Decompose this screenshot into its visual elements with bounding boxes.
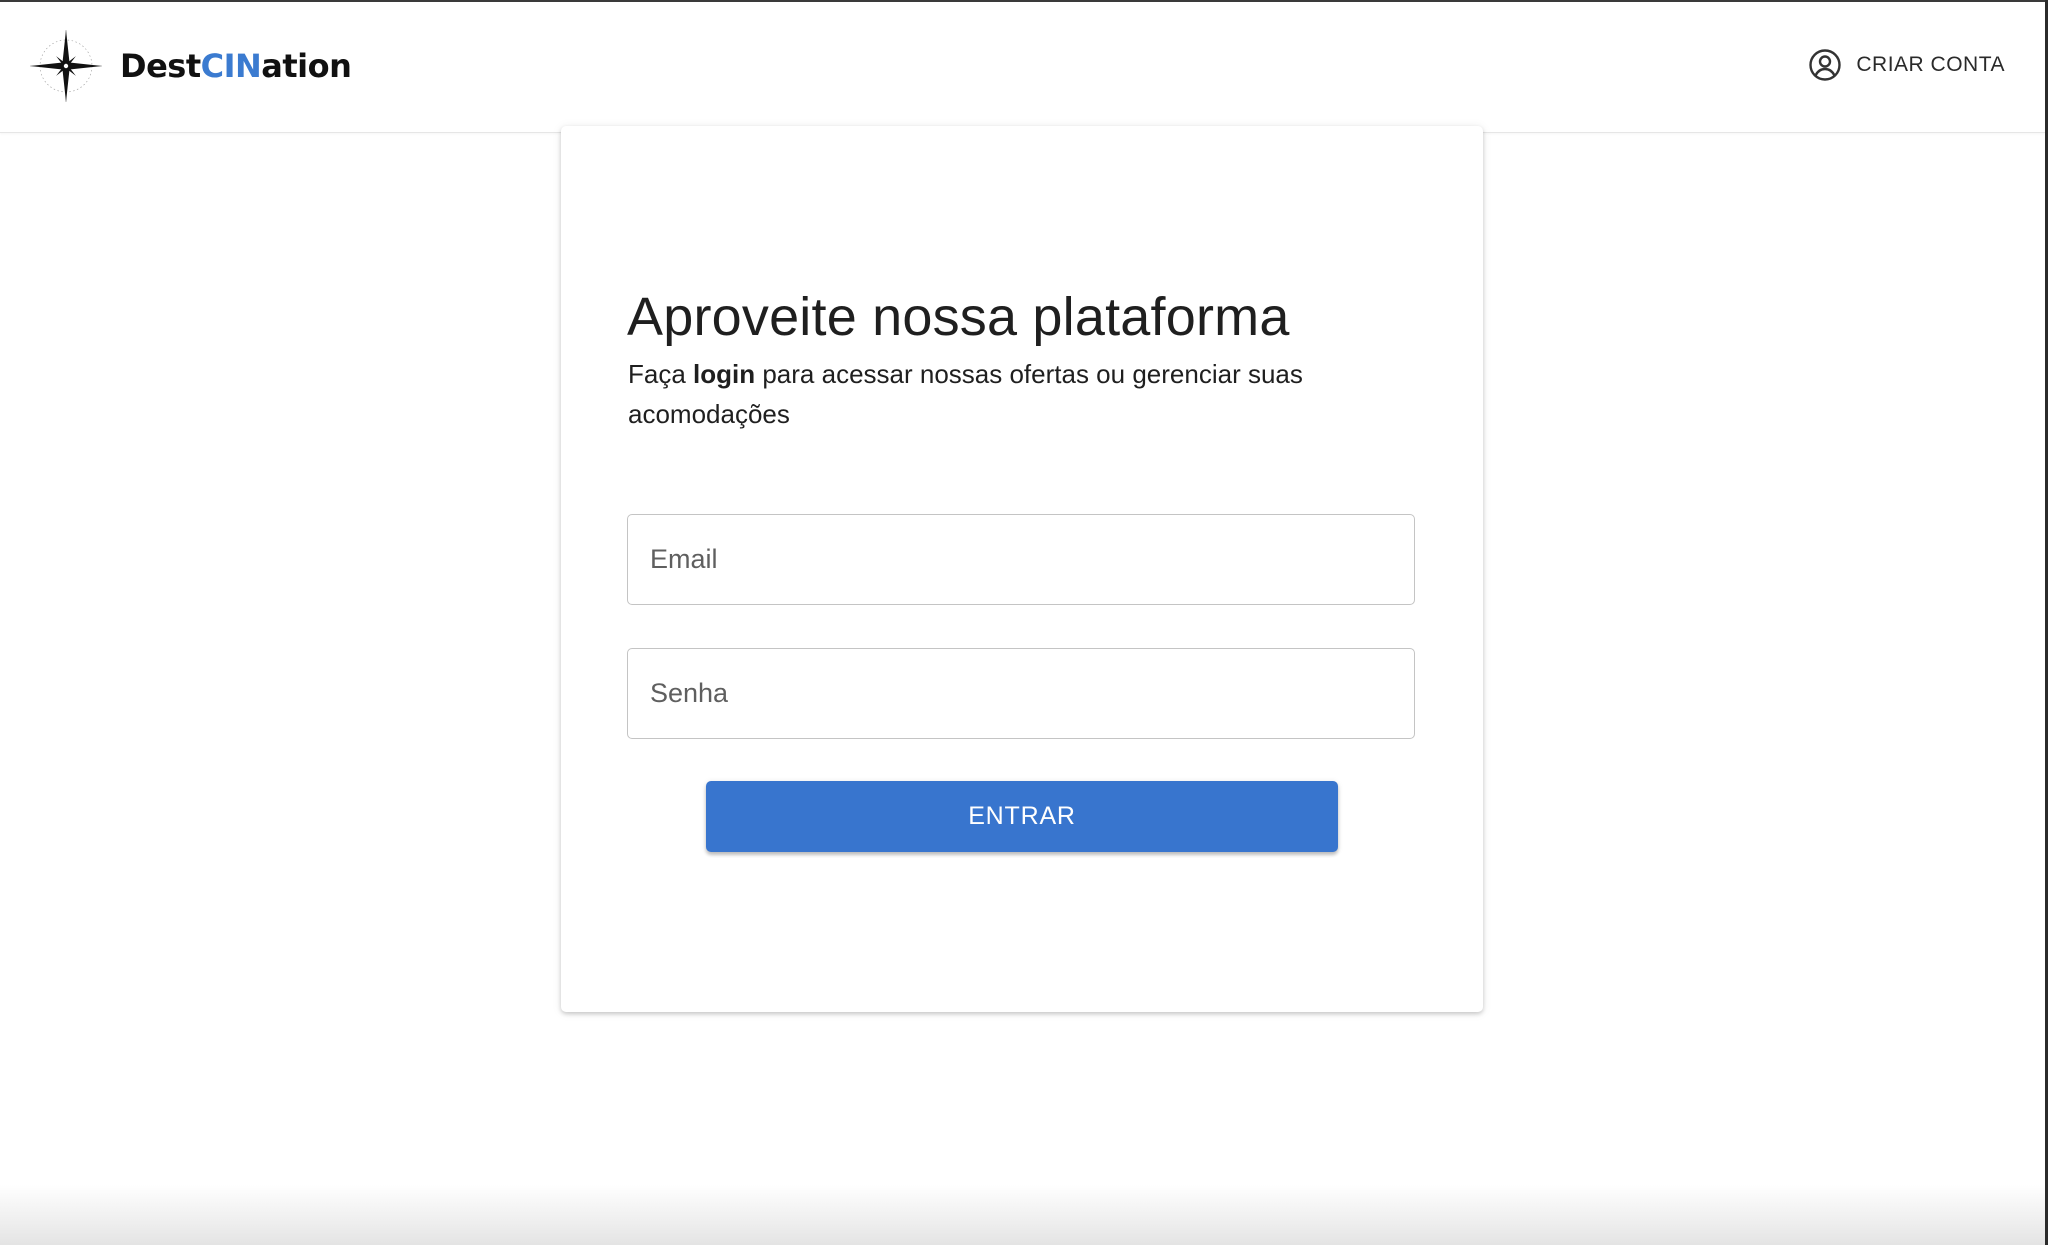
- brand-name: DestCINation: [120, 47, 352, 85]
- create-account-button[interactable]: CRIAR CONTA: [1808, 48, 2005, 82]
- login-subtitle: Faça login para acessar nossas ofertas o…: [628, 354, 1408, 434]
- login-subtitle-start: Faça: [628, 359, 694, 389]
- password-input[interactable]: [628, 649, 1414, 738]
- window-bottom-shadow: [0, 1185, 2045, 1245]
- brand-name-suffix: ation: [261, 47, 352, 85]
- brand-name-accent: CIN: [200, 47, 262, 85]
- email-input[interactable]: [628, 515, 1414, 604]
- login-page: DestCINation CRIAR CONTA Aproveite nossa…: [0, 0, 2048, 1245]
- compass-star-icon: [30, 30, 102, 102]
- brand-name-prefix: Dest: [120, 47, 201, 85]
- login-card: Aproveite nossa plataforma Faça login pa…: [561, 126, 1483, 1012]
- user-circle-icon: [1809, 49, 1842, 81]
- password-field[interactable]: [627, 648, 1415, 739]
- login-title: Aproveite nossa plataforma: [627, 287, 1290, 347]
- login-subtitle-emphasis: login: [693, 359, 756, 389]
- email-field[interactable]: [627, 514, 1415, 605]
- app-header: DestCINation CRIAR CONTA: [0, 2, 2045, 133]
- create-account-label: CRIAR CONTA: [1856, 53, 2005, 76]
- brand[interactable]: DestCINation: [28, 28, 352, 104]
- login-submit-button[interactable]: ENTRAR: [706, 781, 1338, 852]
